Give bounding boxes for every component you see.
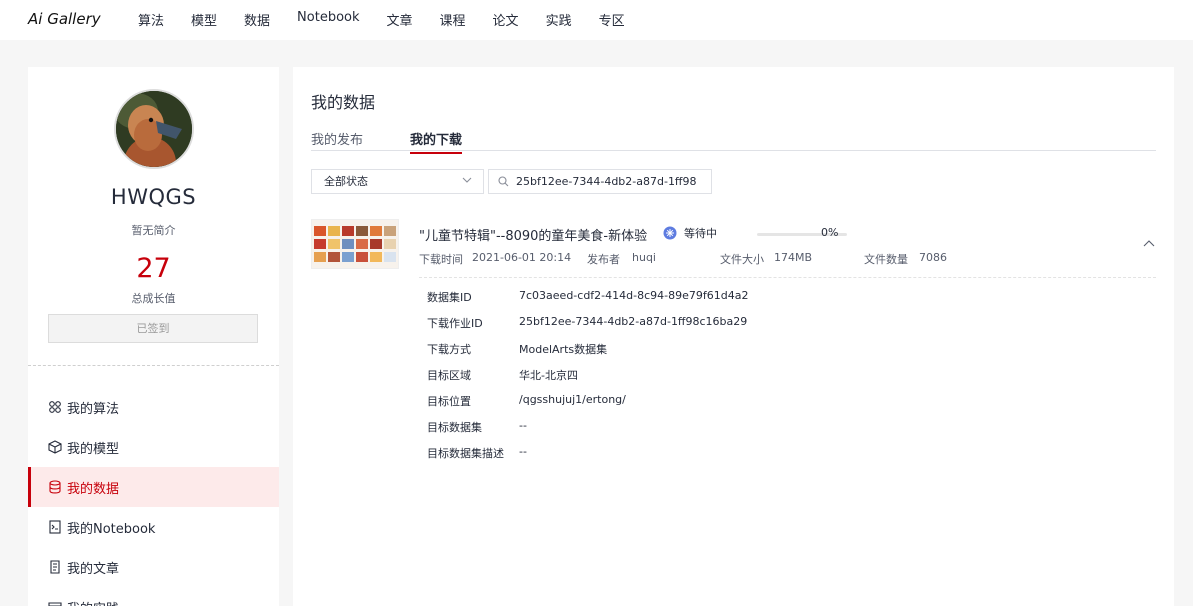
dataset-thumbnail[interactable] — [311, 219, 399, 269]
tab-my-publish[interactable]: 我的发布 — [311, 129, 363, 152]
detail-row-target-dataset: 目标数据集 -- — [427, 419, 1127, 445]
detail-row-location: 目标位置 /qgsshujuj1/ertong/ — [427, 393, 1127, 419]
practice-icon — [48, 602, 62, 606]
nav-item-article[interactable]: 文章 — [387, 10, 413, 29]
sidebar-item-my-notebook[interactable]: 我的Notebook — [28, 507, 279, 547]
top-navigation-bar: Ai Gallery 算法 模型 数据 Notebook 文章 课程 论文 实践… — [0, 0, 1193, 40]
checkin-button[interactable]: 已签到 — [48, 314, 258, 343]
detail-value: 25bf12ee-7344-4db2-a87d-1ff98c16ba29 — [519, 315, 748, 328]
notebook-icon — [49, 520, 61, 534]
card-divider — [419, 277, 1156, 278]
detail-value: ModelArts数据集 — [519, 343, 608, 356]
nav-item-zone[interactable]: 专区 — [599, 10, 625, 29]
data-tabs: 我的发布 我的下载 — [311, 127, 1156, 154]
nav-item-notebook[interactable]: Notebook — [297, 10, 359, 29]
detail-label: 下载作业ID — [427, 317, 483, 330]
profile-intro: 暂无简介 — [131, 224, 176, 237]
progress-percent: 0% — [821, 226, 839, 239]
detail-label: 目标数据集描述 — [427, 447, 504, 460]
detail-value: /qgsshujuj1/ertong/ — [519, 393, 626, 406]
sidebar-item-my-practice[interactable]: 我的实践 — [28, 587, 279, 606]
detail-value: 7c03aeed-cdf2-414d-8c94-89e79f61d4a2 — [519, 289, 749, 302]
sidebar-item-my-model[interactable]: 我的模型 — [28, 427, 279, 467]
file-size-label: 文件大小 — [720, 253, 764, 266]
search-box — [488, 169, 712, 194]
dataset-thumbnail-image — [312, 220, 398, 268]
logo[interactable]: Ai Gallery — [28, 10, 101, 28]
file-size-value: 174MB — [774, 251, 813, 264]
detail-label: 数据集ID — [427, 291, 472, 304]
waiting-status-icon — [663, 226, 677, 240]
detail-value: -- — [519, 419, 527, 432]
publisher-value: huqi — [632, 251, 656, 264]
growth-value: 27 — [136, 253, 171, 284]
download-details: 数据集ID 7c03aeed-cdf2-414d-8c94-89e79f61d4… — [427, 289, 1127, 471]
sidebar-item-label: 我的Notebook — [67, 521, 156, 537]
nav-item-paper[interactable]: 论文 — [493, 10, 519, 29]
detail-value: -- — [519, 445, 527, 458]
detail-row-job-id: 下载作业ID 25bf12ee-7344-4db2-a87d-1ff98c16b… — [427, 315, 1127, 341]
nav-item-practice[interactable]: 实践 — [546, 10, 572, 29]
dataset-meta: 下载时间 2021-06-01 20:14 发布者 huqi 文件大小 174M… — [419, 251, 1139, 267]
download-time-value: 2021-06-01 20:14 — [472, 251, 572, 264]
file-count-label: 文件数量 — [864, 253, 908, 266]
dataset-title[interactable]: "儿童节特辑"--8090的童年美食-新体验 — [419, 225, 647, 244]
status-text: 等待中 — [684, 227, 717, 240]
nav-item-model[interactable]: 模型 — [191, 10, 217, 29]
article-icon — [50, 560, 60, 574]
sidebar-menu: 我的算法 我的模型 我的数据 我的Notebook 我的文章 — [28, 387, 279, 606]
main-nav: 算法 模型 数据 Notebook 文章 课程 论文 实践 专区 — [138, 10, 652, 29]
sidebar-item-label: 我的数据 — [67, 481, 120, 497]
detail-label: 目标区域 — [427, 369, 471, 382]
download-status: 等待中 — [663, 225, 717, 241]
status-filter-value: 全部状态 — [324, 175, 368, 188]
avatar[interactable] — [114, 89, 194, 169]
publisher-label: 发布者 — [587, 253, 620, 266]
nav-item-data[interactable]: 数据 — [244, 10, 270, 29]
sidebar-item-label: 我的文章 — [67, 561, 120, 577]
download-time-label: 下载时间 — [419, 253, 463, 266]
sidebar-item-my-article[interactable]: 我的文章 — [28, 547, 279, 587]
sidebar-item-my-data[interactable]: 我的数据 — [28, 467, 279, 507]
page-title: 我的数据 — [311, 93, 376, 112]
nav-item-algorithm[interactable]: 算法 — [138, 10, 164, 29]
status-filter-select[interactable]: 全部状态 — [311, 169, 484, 194]
detail-label: 目标数据集 — [427, 421, 482, 434]
sidebar-item-my-algorithm[interactable]: 我的算法 — [28, 387, 279, 427]
profile-sidebar: HWQGS 暂无简介 27 总成长值 已签到 我的算法 我的模型 我的数据 我的… — [28, 67, 279, 606]
sidebar-divider — [28, 365, 279, 366]
detail-value: 华北-北京四 — [519, 369, 578, 382]
detail-row-target-desc: 目标数据集描述 -- — [427, 445, 1127, 471]
sidebar-item-label: 我的实践 — [67, 598, 119, 606]
detail-label: 目标位置 — [427, 395, 471, 408]
detail-row-dataset-id: 数据集ID 7c03aeed-cdf2-414d-8c94-89e79f61d4… — [427, 289, 1127, 315]
chevron-up-icon[interactable] — [1142, 237, 1156, 251]
main-panel: 我的数据 我的发布 我的下载 全部状态 25bf12ee-7344-4db2-a… — [293, 67, 1174, 606]
avatar-duck-image — [116, 91, 192, 167]
search-icon — [498, 176, 509, 187]
detail-label: 下载方式 — [427, 343, 471, 356]
detail-row-region: 目标区域 华北-北京四 — [427, 367, 1127, 393]
tab-my-download[interactable]: 我的下载 — [410, 129, 463, 154]
chevron-down-icon — [462, 177, 472, 183]
sidebar-item-label: 我的算法 — [67, 401, 120, 417]
algorithm-icon — [49, 401, 61, 413]
nav-item-course[interactable]: 课程 — [440, 10, 466, 29]
search-input[interactable] — [516, 173, 706, 190]
growth-label: 总成长值 — [131, 292, 176, 305]
detail-row-method: 下载方式 ModelArts数据集 — [427, 341, 1127, 367]
sidebar-item-label: 我的模型 — [67, 441, 120, 457]
database-icon — [49, 480, 61, 494]
file-count-value: 7086 — [919, 251, 947, 264]
username: HWQGS — [110, 185, 197, 209]
cube-icon — [48, 440, 62, 454]
